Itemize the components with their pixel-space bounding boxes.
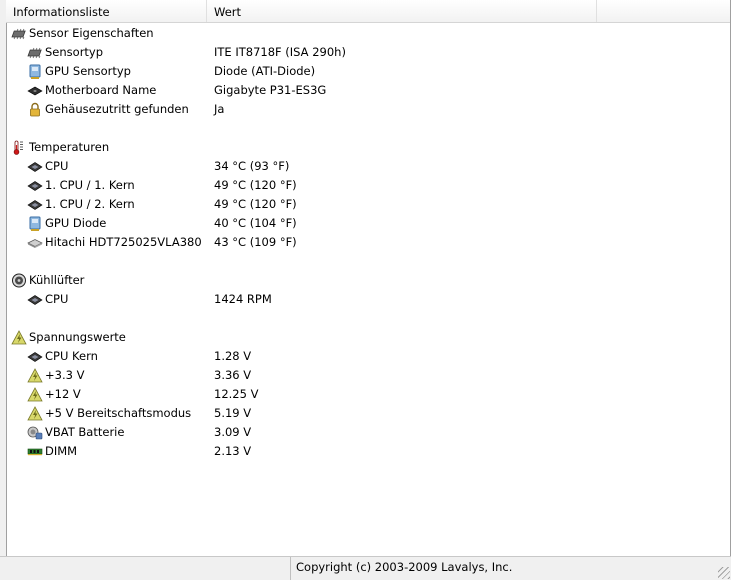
list-item[interactable]: Gehäusezutritt gefunden Ja [6, 100, 730, 119]
item-value: 1424 RPM [214, 292, 272, 306]
list-item[interactable]: Hitachi HDT725025VLA380 43 °C (109 °F) [6, 233, 730, 252]
item-label: VBAT Batterie [45, 425, 125, 439]
column-header-value[interactable]: Wert [207, 0, 597, 22]
fan-icon [11, 273, 27, 288]
status-bar: Copyright (c) 2003-2009 Lavalys, Inc. [0, 556, 731, 580]
group-row-spannungswerte[interactable]: Spannungswerte [6, 328, 730, 347]
thermometer-icon [11, 140, 27, 155]
status-cell-left [0, 557, 291, 580]
item-label: Motherboard Name [45, 83, 157, 97]
sensor-chip-icon [27, 45, 43, 60]
list-item[interactable]: CPU 34 °C (93 °F) [6, 157, 730, 176]
item-value: Ja [214, 102, 225, 116]
sensor-chip-icon [11, 26, 27, 41]
memory-module-icon [27, 444, 43, 459]
item-label: GPU Diode [45, 216, 107, 230]
item-value: 12.25 V [214, 387, 259, 401]
item-label: +12 V [45, 387, 81, 401]
item-label: DIMM [45, 444, 78, 458]
item-label: 1. CPU / 2. Kern [45, 197, 135, 211]
cpu-chip-icon [27, 292, 43, 307]
item-value: 2.13 V [214, 444, 252, 458]
item-value: 49 °C (120 °F) [214, 178, 297, 192]
group-label: Spannungswerte [29, 330, 126, 344]
sensor-window: Informationsliste Wert Sensor Eigenschaf… [0, 0, 731, 580]
voltage-warning-icon [27, 368, 43, 383]
item-value: 3.09 V [214, 425, 252, 439]
group-row-temperaturen[interactable]: Temperaturen [6, 138, 730, 157]
item-value: Diode (ATI-Diode) [214, 64, 316, 78]
item-label: CPU [45, 292, 69, 306]
group-label: Temperaturen [29, 140, 110, 154]
item-value: 49 °C (120 °F) [214, 197, 297, 211]
list-item[interactable]: +3.3 V 3.36 V [6, 366, 730, 385]
item-value: 1.28 V [214, 349, 252, 363]
group-label: Kühllüfter [29, 273, 85, 287]
item-value: ITE IT8718F (ISA 290h) [214, 45, 346, 59]
cpu-chip-icon [27, 349, 43, 364]
list-item[interactable]: GPU Diode 40 °C (104 °F) [6, 214, 730, 233]
cpu-chip-icon [27, 178, 43, 193]
item-label: +5 V Bereitschaftsmodus [45, 406, 192, 420]
voltage-warning-icon [27, 387, 43, 402]
copyright-text: Copyright (c) 2003-2009 Lavalys, Inc. [296, 560, 513, 574]
list-item[interactable]: CPU Kern 1.28 V [6, 347, 730, 366]
item-label: CPU [45, 159, 69, 173]
hard-drive-icon [27, 235, 43, 250]
item-label: 1. CPU / 1. Kern [45, 178, 135, 192]
voltage-warning-icon [27, 406, 43, 421]
battery-icon [27, 425, 43, 440]
voltage-warning-icon [11, 330, 27, 345]
list-item[interactable]: VBAT Batterie 3.09 V [6, 423, 730, 442]
item-value: Gigabyte P31-ES3G [214, 83, 327, 97]
item-value: 43 °C (109 °F) [214, 235, 297, 249]
item-label: Hitachi HDT725025VLA380 [45, 235, 202, 249]
group-row-k-hll-fter[interactable]: Kühllüfter [6, 271, 730, 290]
list-item[interactable]: +5 V Bereitschaftsmodus 5.19 V [6, 404, 730, 423]
item-value: 5.19 V [214, 406, 252, 420]
item-value: 34 °C (93 °F) [214, 159, 290, 173]
list-item[interactable]: Motherboard Name Gigabyte P31-ES3G [6, 81, 730, 100]
column-header-info[interactable]: Informationsliste [6, 0, 207, 22]
gpu-card-icon [27, 216, 43, 231]
cpu-chip-icon [27, 159, 43, 174]
list-item[interactable]: Sensortyp ITE IT8718F (ISA 290h) [6, 43, 730, 62]
item-value: 3.36 V [214, 368, 252, 382]
list-item[interactable]: DIMM 2.13 V [6, 442, 730, 461]
item-label: +3.3 V [45, 368, 85, 382]
group-row-sensor-eigenschaften[interactable]: Sensor Eigenschaften [6, 24, 730, 43]
item-label: Sensortyp [45, 45, 104, 59]
column-header-empty[interactable] [597, 0, 730, 22]
item-label: CPU Kern [45, 349, 98, 363]
item-label: GPU Sensortyp [45, 64, 131, 78]
list-item[interactable]: 1. CPU / 2. Kern 49 °C (120 °F) [6, 195, 730, 214]
resize-grip-icon[interactable] [718, 567, 730, 579]
padlock-icon [27, 102, 43, 117]
gpu-card-icon [27, 64, 43, 79]
item-label: Gehäusezutritt gefunden [45, 102, 189, 116]
item-value: 40 °C (104 °F) [214, 216, 297, 230]
column-header-bar: Informationsliste Wert [6, 0, 730, 23]
motherboard-icon [27, 83, 43, 98]
list-item[interactable]: CPU 1424 RPM [6, 290, 730, 309]
list-item[interactable]: +12 V 12.25 V [6, 385, 730, 404]
cpu-chip-icon [27, 197, 43, 212]
group-label: Sensor Eigenschaften [29, 26, 154, 40]
list-item[interactable]: 1. CPU / 1. Kern 49 °C (120 °F) [6, 176, 730, 195]
list-item[interactable]: GPU Sensortyp Diode (ATI-Diode) [6, 62, 730, 81]
